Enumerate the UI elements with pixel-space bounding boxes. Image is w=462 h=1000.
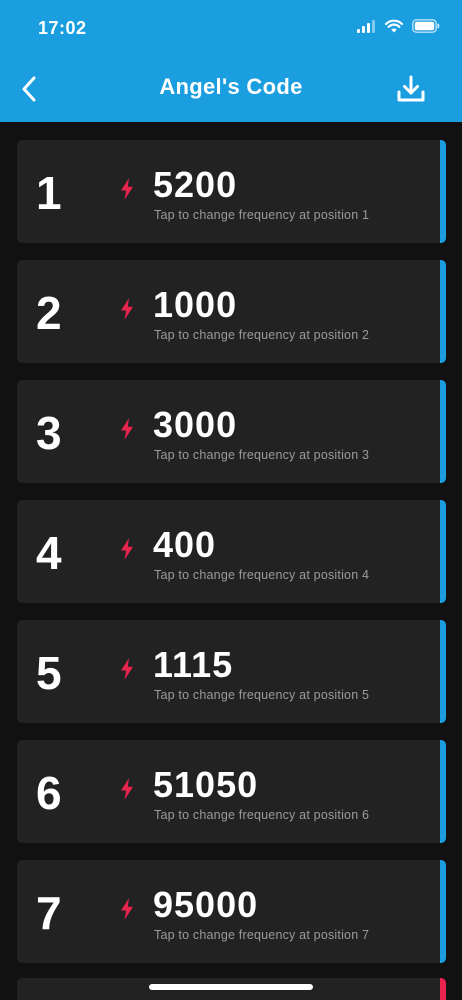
position-number: 4 bbox=[36, 527, 62, 579]
frequency-list: 1 5200 Tap to change frequency at position… bbox=[17, 140, 446, 980]
position-number: 3 bbox=[36, 407, 62, 459]
position-number: 2 bbox=[36, 287, 62, 339]
download-button[interactable] bbox=[394, 72, 428, 106]
position-number: 7 bbox=[36, 887, 62, 939]
frequency-value: 5200 bbox=[153, 164, 238, 205]
lightning-bolt-icon bbox=[121, 178, 133, 200]
frequency-hint: Tap to change frequency at position 1 bbox=[154, 208, 370, 222]
frequency-value: 1000 bbox=[153, 284, 238, 325]
home-indicator[interactable] bbox=[149, 984, 313, 990]
card-accent-bar bbox=[440, 978, 446, 1000]
frequency-card[interactable]: 1 5200 Tap to change frequency at position… bbox=[17, 140, 446, 243]
card-accent-bar bbox=[440, 740, 446, 843]
position-number: 1 bbox=[36, 167, 62, 219]
frequency-value: 3000 bbox=[153, 404, 238, 445]
frequency-value: 95000 bbox=[153, 884, 259, 925]
signal-icon bbox=[357, 19, 375, 33]
card-accent-bar bbox=[440, 260, 446, 363]
frequency-card[interactable]: 3 3000 Tap to change frequency at position… bbox=[17, 380, 446, 483]
frequency-card[interactable]: 6 51050 Tap to change frequency at positio… bbox=[17, 740, 446, 843]
lightning-bolt-icon bbox=[121, 538, 133, 560]
page-title: Angel's Code bbox=[159, 74, 303, 99]
battery-icon bbox=[412, 19, 440, 33]
lightning-bolt-icon bbox=[121, 658, 133, 680]
card-accent-bar bbox=[440, 620, 446, 723]
lightning-bolt-icon bbox=[121, 778, 133, 800]
status-time: 17:02 bbox=[38, 18, 87, 38]
frequency-value: 400 bbox=[153, 524, 217, 565]
frequency-card[interactable]: 7 95000 Tap to change frequency at positio… bbox=[17, 860, 446, 963]
lightning-bolt-icon bbox=[121, 898, 133, 920]
card-accent-bar bbox=[440, 380, 446, 483]
lightning-bolt-icon bbox=[121, 298, 133, 320]
lightning-bolt-icon bbox=[121, 418, 133, 440]
wifi-icon bbox=[385, 19, 403, 33]
position-number: 5 bbox=[36, 647, 62, 699]
position-number: 6 bbox=[36, 767, 62, 819]
frequency-hint: Tap to change frequency at position 2 bbox=[154, 328, 370, 342]
status-icons bbox=[357, 19, 440, 33]
frequency-card[interactable]: 5 1115 Tap to change frequency at position… bbox=[17, 620, 446, 723]
frequency-hint: Tap to change frequency at position 3 bbox=[154, 448, 370, 462]
card-accent-bar bbox=[440, 500, 446, 603]
frequency-hint: Tap to change frequency at position 4 bbox=[154, 568, 370, 582]
frequency-value: 1115 bbox=[153, 644, 234, 685]
header-bar: 17:02 Angel's Code bbox=[0, 0, 462, 122]
download-icon bbox=[397, 75, 425, 102]
frequency-hint: Tap to change frequency at position 5 bbox=[154, 688, 370, 702]
frequency-hint: Tap to change frequency at position 6 bbox=[154, 808, 370, 822]
frequency-card[interactable]: 2 1000 Tap to change frequency at position… bbox=[17, 260, 446, 363]
card-accent-bar bbox=[440, 140, 446, 243]
frequency-hint: Tap to change frequency at position 7 bbox=[154, 928, 370, 942]
frequency-value: 51050 bbox=[153, 764, 259, 805]
frequency-card[interactable]: 4 400 Tap to change frequency at position … bbox=[17, 500, 446, 603]
app-screen: 17:02 Angel's Code 1 5200 Tap to change … bbox=[0, 0, 462, 1000]
card-accent-bar bbox=[440, 860, 446, 963]
